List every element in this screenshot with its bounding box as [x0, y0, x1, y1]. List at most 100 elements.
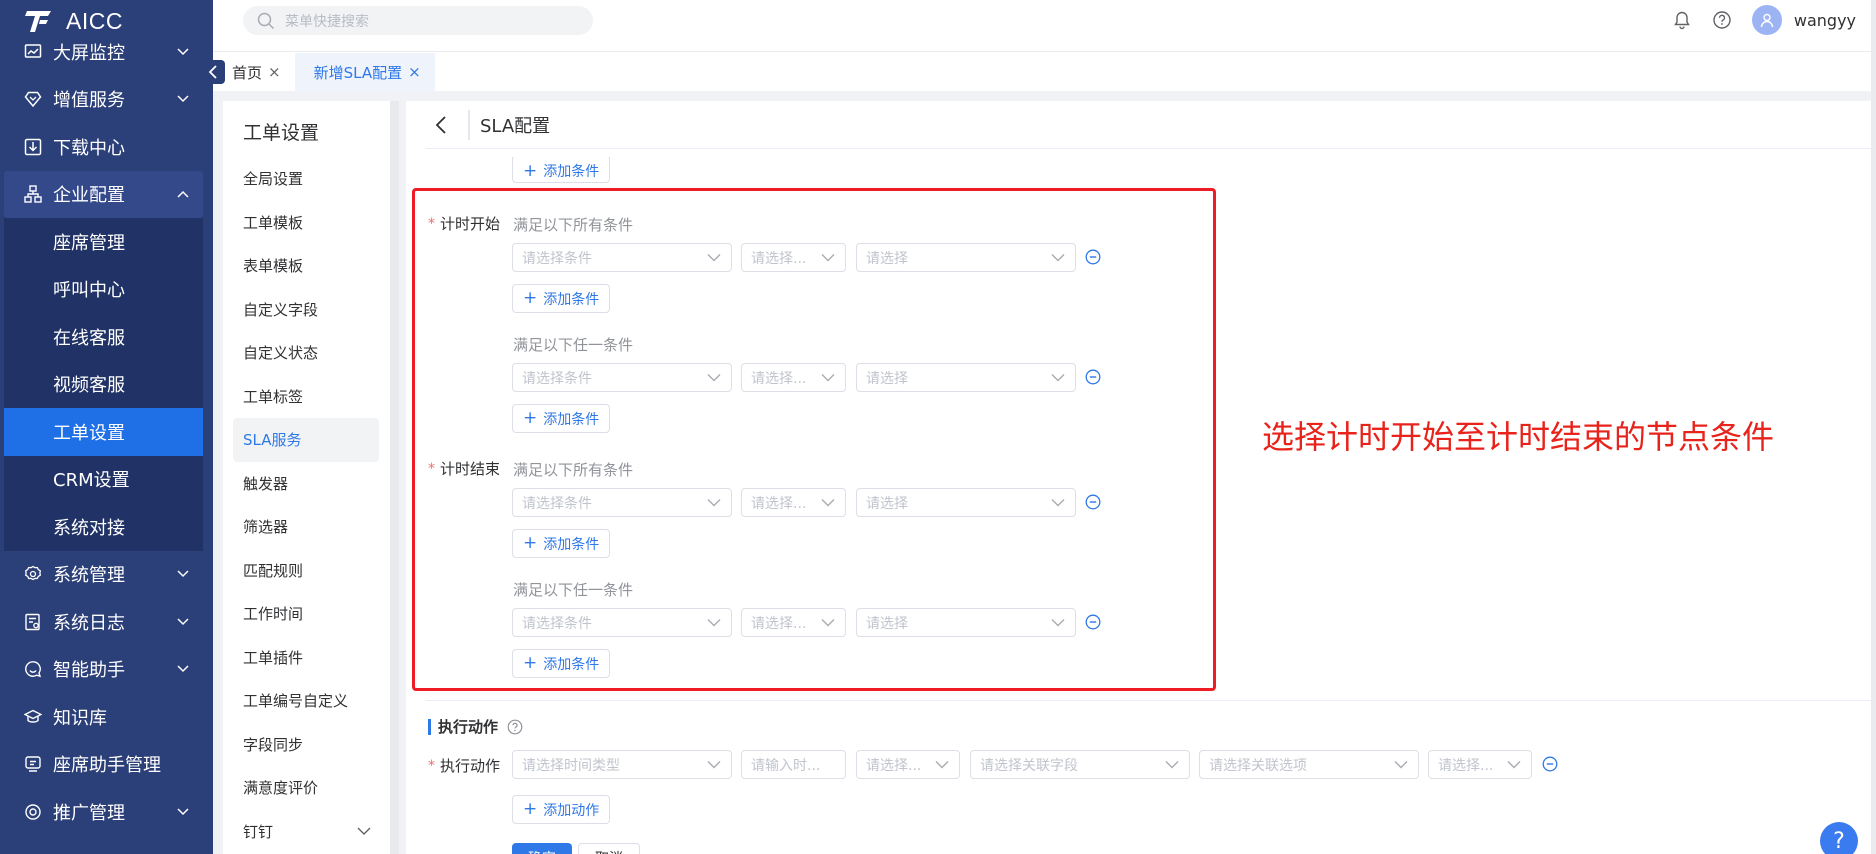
chevron-down-icon [175, 661, 191, 677]
time-input[interactable]: 请输入时... [741, 750, 846, 779]
menu-item-promotion[interactable]: 推广管理 [0, 788, 213, 836]
menu-item-smart-assistant[interactable]: 智能助手 [0, 646, 213, 694]
back-arrow-icon[interactable] [426, 110, 456, 140]
submenu-item-integration[interactable]: 系统对接 [4, 503, 203, 551]
menu-item-seat-assistant[interactable]: 座席助手管理 [0, 741, 213, 789]
tab-home[interactable]: 首页 × [213, 53, 295, 91]
button-label: 添加条件 [543, 164, 600, 180]
help-float-button[interactable]: ? [1820, 822, 1858, 854]
subnav-item[interactable]: 自定义状态 [223, 331, 399, 375]
add-condition-button-partial[interactable]: + 添加条件 [512, 155, 611, 183]
download-icon [22, 136, 44, 158]
subnav-item[interactable]: 触发器 [223, 462, 399, 506]
chevron-down-icon [1507, 760, 1521, 769]
close-icon[interactable]: × [268, 63, 281, 81]
label-text: 执行动作 [440, 757, 501, 775]
chevron-left-icon [208, 65, 217, 79]
subnav-item[interactable]: 筛选器 [223, 505, 399, 549]
menu-label: 座席助手管理 [53, 755, 161, 777]
subnav-item[interactable]: 全局设置 [223, 157, 399, 201]
bell-icon[interactable] [1672, 10, 1692, 30]
subnav-item[interactable]: 满意度评价 [223, 766, 399, 810]
chat-icon [22, 658, 44, 680]
submenu-item-online[interactable]: 在线客服 [4, 313, 203, 361]
sidebar-collapse-button[interactable] [201, 60, 225, 84]
select-placeholder: 请选择关联选项 [1209, 757, 1307, 774]
header-divider [468, 109, 470, 140]
subnav-item-sla[interactable]: SLA服务 [233, 418, 379, 462]
subnav-item[interactable]: 工作时间 [223, 592, 399, 636]
chevron-down-icon [935, 760, 949, 769]
time-type-select[interactable]: 请选择时间类型 [512, 750, 732, 779]
assistant-icon [22, 753, 44, 775]
required-icon: * [428, 757, 435, 774]
subnav-item[interactable]: 工单编号自定义 [223, 679, 399, 723]
promo-icon [22, 801, 44, 823]
related-option-select[interactable]: 请选择关联选项 [1199, 750, 1419, 779]
org-icon [22, 183, 44, 205]
remove-circle-icon[interactable] [1542, 756, 1558, 772]
top-bar: 菜单快捷搜索 wangyy [213, 0, 1876, 51]
menu-item-value-added[interactable]: 增值服务 [0, 76, 213, 124]
subnav-item[interactable]: 自定义字段 [223, 288, 399, 332]
section-title-text: 执行动作 [438, 718, 499, 736]
cancel-button[interactable]: 取消 [578, 843, 640, 854]
log-icon [22, 611, 44, 633]
add-action-button[interactable]: + 添加动作 [512, 795, 611, 824]
chevron-down-icon [1394, 760, 1408, 769]
submenu-item-ticket-settings[interactable]: 工单设置 [4, 408, 203, 456]
menu-item-system-log[interactable]: 系统日志 [0, 598, 213, 646]
menu-search-input[interactable]: 菜单快捷搜索 [243, 6, 593, 35]
top-actions: wangyy [1672, 0, 1876, 40]
submenu-label: 工单设置 [53, 422, 125, 444]
select-placeholder: 请选择时间类型 [522, 757, 620, 774]
subnav-item[interactable]: 工单标签 [223, 375, 399, 419]
chevron-down-icon [175, 804, 191, 820]
menu-item-dashboard[interactable]: 大屏监控 [0, 28, 213, 76]
action-select-2[interactable]: 请选择... [1428, 750, 1532, 779]
submenu-item-callcenter[interactable]: 呼叫中心 [4, 266, 203, 314]
submenu-item-crm[interactable]: CRM设置 [4, 456, 203, 504]
select-placeholder: 请选择... [1438, 757, 1494, 774]
chevron-down-icon [175, 614, 191, 630]
related-field-select[interactable]: 请选择关联字段 [970, 750, 1190, 779]
annotation-text: 选择计时开始至计时结束的节点条件 [1262, 418, 1775, 456]
menu-item-knowledge-base[interactable]: 知识库 [0, 693, 213, 741]
submenu-item-seat[interactable]: 座席管理 [4, 218, 203, 266]
submenu-label: 座席管理 [53, 232, 125, 254]
subnav-item[interactable]: 字段同步 [223, 723, 399, 767]
subnav-item-dingtalk[interactable]: 钉钉 [223, 810, 399, 854]
menu-item-system-management[interactable]: 系统管理 [0, 551, 213, 599]
menu-label: 知识库 [53, 707, 107, 729]
help-circle-icon[interactable] [1712, 10, 1732, 30]
username[interactable]: wangyy [1794, 11, 1856, 30]
menu-label: 企业配置 [53, 185, 125, 207]
window-scrollbar[interactable] [1871, 0, 1876, 854]
subnav-item[interactable]: 工单模板 [223, 201, 399, 245]
gear-icon [22, 563, 44, 585]
confirm-button[interactable]: 确定 [512, 843, 572, 854]
book-icon [22, 706, 44, 728]
question-icon: ? [1833, 828, 1845, 854]
subnav-item[interactable]: 表单模板 [223, 244, 399, 288]
subnav-item[interactable]: 工单插件 [223, 636, 399, 680]
submenu-item-video[interactable]: 视频客服 [4, 361, 203, 409]
search-placeholder: 菜单快捷搜索 [285, 13, 369, 30]
tab-bar: 首页 × 新增SLA配置 × [201, 51, 1876, 91]
action-section-title: 执行动作 [428, 716, 523, 737]
action-select[interactable]: 请选择... [856, 750, 960, 779]
menu-label: 增值服务 [53, 90, 125, 112]
section-divider [426, 700, 1876, 701]
tab-new-sla[interactable]: 新增SLA配置 × [294, 53, 435, 91]
avatar[interactable] [1751, 5, 1782, 35]
question-icon[interactable] [507, 719, 523, 735]
subnav-item[interactable]: 匹配规则 [223, 549, 399, 593]
submenu-label: 视频客服 [53, 375, 125, 397]
menu-item-download[interactable]: 下载中心 [0, 123, 213, 171]
scroll-mask [406, 151, 1876, 157]
menu-label: 下载中心 [53, 137, 125, 159]
subnav-scrollbar[interactable] [390, 101, 399, 854]
menu-item-enterprise-config[interactable]: 企业配置 [4, 170, 203, 218]
close-icon[interactable]: × [408, 63, 421, 81]
enterprise-submenu: 座席管理 呼叫中心 在线客服 视频客服 工单设置 CRM设置 系统对接 [4, 218, 203, 551]
